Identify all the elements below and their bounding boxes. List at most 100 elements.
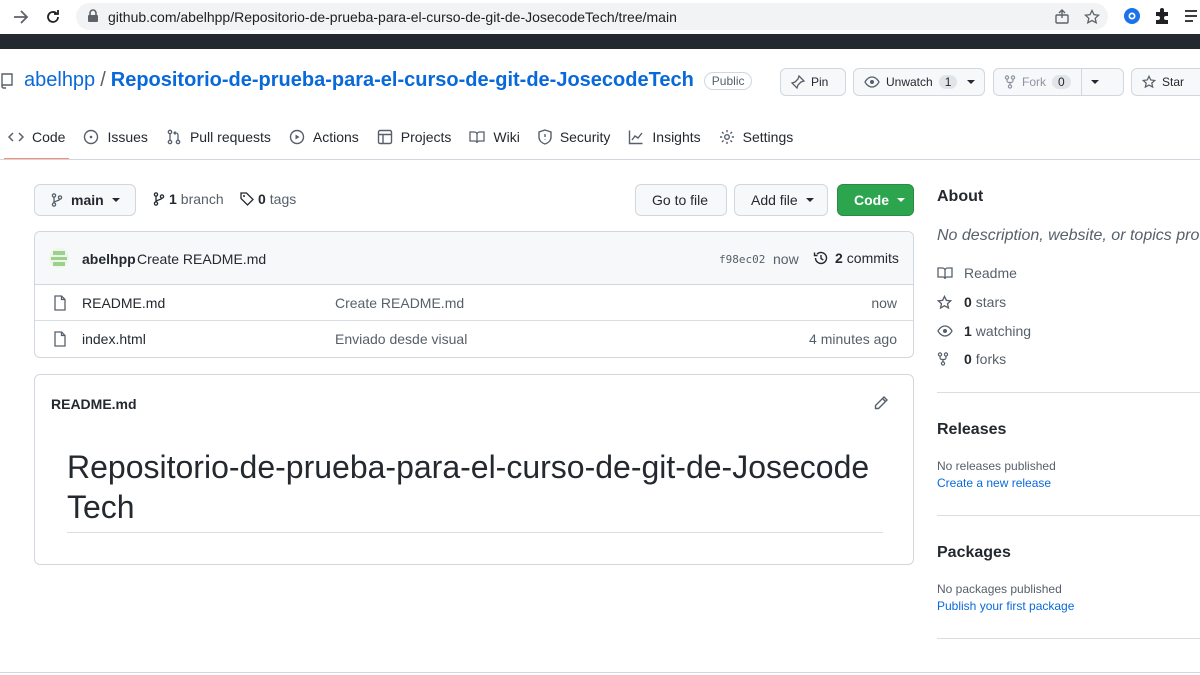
- tab-security[interactable]: Security: [538, 124, 610, 150]
- pencil-edit-icon[interactable]: [873, 395, 889, 416]
- branch-name: main: [71, 192, 104, 208]
- bookmark-star-icon[interactable]: [1083, 8, 1101, 26]
- address-bar[interactable]: github.com/abelhpp/Repositorio-de-prueba…: [76, 3, 1108, 30]
- tab-label: Pull requests: [189, 129, 271, 145]
- stars-label: stars: [975, 294, 1007, 310]
- forks-count: 0: [964, 351, 972, 367]
- commits-link[interactable]: 2 commits: [813, 250, 899, 266]
- tab-issues[interactable]: Issues: [83, 124, 148, 150]
- file-commit-message[interactable]: Create README.md: [335, 295, 464, 311]
- stars-count: 0: [964, 294, 972, 310]
- chevron-down-icon: [1091, 80, 1100, 84]
- tag-icon: [240, 192, 254, 206]
- readme-link[interactable]: Readme: [937, 265, 1017, 281]
- tab-wiki[interactable]: Wiki: [469, 124, 520, 150]
- packages-title[interactable]: Packages: [937, 544, 1011, 562]
- share-icon[interactable]: [1053, 8, 1071, 26]
- tab-settings[interactable]: Settings: [719, 124, 794, 150]
- stars-link[interactable]: 0 stars: [937, 294, 1006, 310]
- tab-label: Projects: [400, 129, 452, 145]
- window-bottom-edge: [0, 672, 1200, 673]
- chevron-down-icon: [897, 198, 905, 202]
- repo-name-link[interactable]: Repositorio-de-prueba-para-el-curso-de-g…: [111, 69, 694, 92]
- commit-message[interactable]: Create README.md: [137, 251, 266, 267]
- readme-filename[interactable]: README.md: [51, 396, 137, 412]
- commit-count: 2: [835, 250, 843, 266]
- readme-box: README.md Repositorio-de-prueba-para-el-…: [34, 374, 914, 565]
- repo-header: abelhpp / Repositorio-de-prueba-para-el-…: [0, 49, 1200, 160]
- branch-word: branch: [180, 191, 224, 207]
- extension-logo-icon[interactable]: [1122, 6, 1142, 26]
- tab-pull-requests[interactable]: Pull requests: [166, 124, 271, 150]
- tab-projects[interactable]: Projects: [377, 124, 452, 150]
- fork-icon: [1004, 75, 1016, 89]
- tab-label: Actions: [312, 129, 359, 145]
- file-row[interactable]: index.html Enviado desde visual 4 minute…: [35, 321, 913, 357]
- add-file-button[interactable]: Add file: [734, 184, 828, 216]
- add-file-label: Add file: [751, 192, 798, 208]
- tab-code[interactable]: Code: [3, 124, 70, 160]
- tab-actions[interactable]: Actions: [289, 124, 359, 150]
- reading-list-icon[interactable]: [1182, 6, 1200, 26]
- unwatch-dropdown[interactable]: [967, 80, 976, 84]
- puzzle-extensions-icon[interactable]: [1152, 6, 1172, 26]
- create-release-link[interactable]: Create a new release: [937, 476, 1051, 490]
- tab-label: Settings: [742, 129, 794, 145]
- watching-label: watching: [975, 323, 1032, 339]
- repo-path-separator: /: [100, 69, 106, 91]
- pin-label: Pin: [811, 75, 829, 89]
- pin-button[interactable]: Pin: [780, 68, 846, 96]
- file-commit-message[interactable]: Enviado desde visual: [335, 331, 467, 347]
- forks-link[interactable]: 0 forks: [937, 351, 1006, 367]
- sidebar-divider: [937, 392, 1200, 393]
- commit-time: now: [773, 251, 799, 267]
- branch-select-button[interactable]: main: [34, 184, 136, 216]
- branch-icon: [51, 193, 63, 207]
- unwatch-button[interactable]: Unwatch 1: [853, 68, 985, 96]
- commit-sha[interactable]: f98ec02: [719, 253, 765, 266]
- file-row[interactable]: README.md Create README.md now: [35, 285, 913, 321]
- avatar[interactable]: [49, 248, 69, 268]
- tab-insights[interactable]: Insights: [628, 124, 701, 150]
- releases-title[interactable]: Releases: [937, 421, 1006, 439]
- file-name[interactable]: index.html: [82, 331, 146, 347]
- branch-icon: [153, 192, 165, 206]
- latest-commit-bar: abelhpp Create README.md f98ec02 now 2 c…: [35, 232, 913, 285]
- url-text[interactable]: github.com/abelhpp/Repositorio-de-prueba…: [108, 9, 677, 25]
- chevron-down-icon: [967, 80, 976, 84]
- fork-button[interactable]: Fork 0: [993, 68, 1124, 96]
- packages-empty-text: No packages published: [937, 582, 1062, 596]
- branch-count: 1: [169, 191, 177, 207]
- file-age: now: [871, 295, 897, 311]
- back-arrow-icon[interactable]: [10, 6, 32, 28]
- star-button[interactable]: Star: [1131, 68, 1200, 96]
- fork-icon: [937, 352, 953, 366]
- releases-empty-text: No releases published: [937, 459, 1056, 473]
- go-to-file-button[interactable]: Go to file: [635, 184, 727, 216]
- commit-author[interactable]: abelhpp: [82, 251, 136, 267]
- tags-link[interactable]: 0 tags: [240, 191, 296, 207]
- watching-link[interactable]: 1 watching: [937, 323, 1031, 339]
- sidebar-divider: [937, 638, 1200, 639]
- book-icon: [937, 266, 953, 280]
- browser-toolbar: github.com/abelhpp/Repositorio-de-prueba…: [0, 0, 1200, 34]
- about-title: About: [937, 188, 984, 205]
- repo-title: abelhpp / Repositorio-de-prueba-para-el-…: [0, 69, 753, 92]
- sidebar-divider: [937, 515, 1200, 516]
- lock-icon[interactable]: [87, 9, 99, 28]
- about-description: No description, website, or topics provi: [937, 227, 1200, 244]
- reload-icon[interactable]: [42, 6, 64, 28]
- fork-dropdown[interactable]: [1080, 69, 1109, 95]
- tab-label: Wiki: [493, 129, 520, 145]
- readme-heading-rule: [67, 532, 883, 533]
- table-icon: [377, 129, 393, 145]
- commit-word: commits: [846, 250, 899, 266]
- unwatch-label: Unwatch: [886, 75, 933, 89]
- publish-package-link[interactable]: Publish your first package: [937, 599, 1074, 613]
- shield-icon: [538, 129, 552, 145]
- branches-link[interactable]: 1 branch: [153, 191, 224, 207]
- file-name[interactable]: README.md: [82, 295, 165, 311]
- code-button[interactable]: Code: [837, 184, 914, 216]
- eye-icon: [937, 325, 953, 337]
- repo-owner-link[interactable]: abelhpp: [24, 69, 95, 92]
